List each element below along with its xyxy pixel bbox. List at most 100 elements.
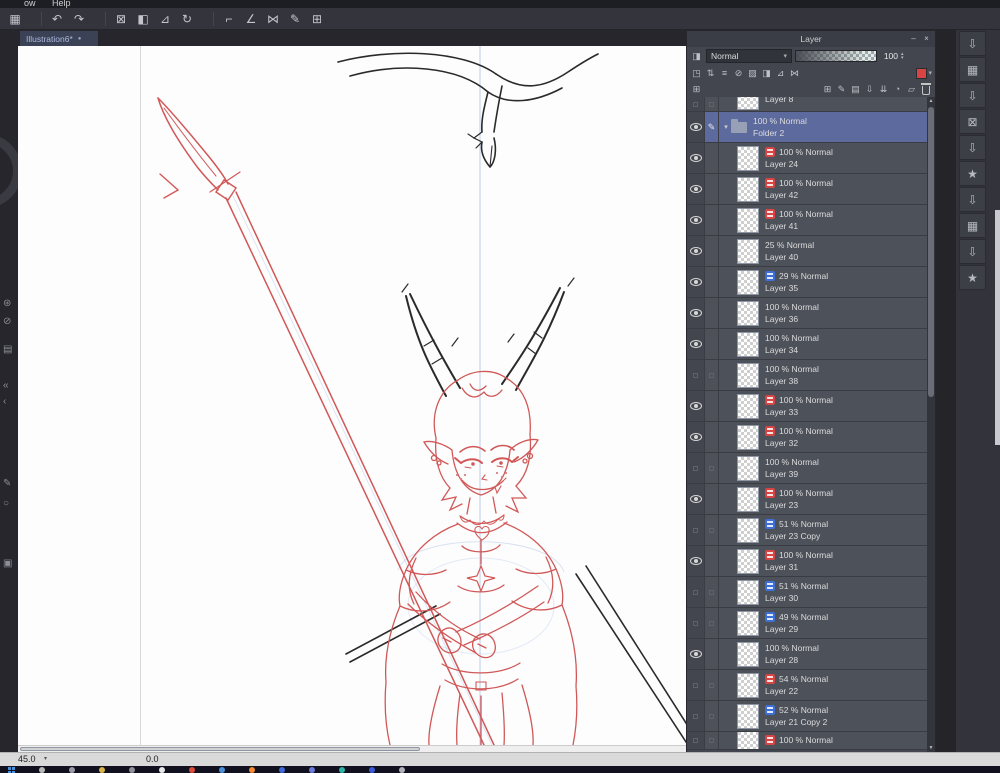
layer-thumbnail[interactable] (737, 238, 759, 264)
enable-mask-icon[interactable]: ◨ (760, 67, 773, 80)
layer-list-scrollbar[interactable]: ▲ ▼ (927, 97, 935, 753)
auto-select-icon[interactable]: ⊛ (3, 298, 11, 309)
divide-frame-icon[interactable]: ▱ (905, 83, 918, 96)
dock-button-3[interactable]: ⇩ (959, 83, 986, 108)
layer-thumbnail[interactable] (737, 97, 759, 110)
layer-thumbnail[interactable] (737, 732, 759, 749)
new-raster-layer-icon[interactable]: ⊞ (821, 83, 834, 96)
magnifier-icon[interactable]: ○ (3, 498, 9, 509)
layer-row[interactable]: 100 % Normal Layer 23 (687, 484, 935, 515)
layer-row[interactable]: 51 % Normal Layer 23 Copy (687, 515, 935, 546)
spinner-down-icon[interactable]: ▾ (901, 56, 904, 61)
layer-row[interactable]: 100 % Normal Layer 42 (687, 174, 935, 205)
panel-minimize-icon[interactable]: – (908, 33, 919, 44)
layer-row[interactable]: 100 % Normal Layer 32 (687, 422, 935, 453)
layer-panel-title-bar[interactable]: Layer – × (687, 31, 935, 47)
canvas-drawing[interactable] (140, 46, 686, 745)
layer-thumbnail[interactable] (737, 145, 759, 171)
new-vector-layer-icon[interactable]: ✎ (835, 83, 848, 96)
file-explorer-icon[interactable] (99, 767, 105, 773)
layer-thumbnail[interactable] (737, 548, 759, 574)
layer-thumbnail[interactable] (737, 362, 759, 388)
panel-close-icon[interactable]: × (921, 33, 932, 44)
layer-visibility-eye-icon[interactable] (687, 267, 705, 297)
layer-visibility-toggle[interactable] (687, 701, 705, 731)
layer-visibility-toggle[interactable] (687, 577, 705, 607)
menu-item-help[interactable]: Help (52, 0, 71, 8)
layer-visibility-eye-icon[interactable] (687, 329, 705, 359)
dock-button-6[interactable]: ★ (959, 161, 986, 186)
document-tab[interactable]: Illustration6* ● (20, 31, 98, 46)
undo-icon[interactable]: ↶ (47, 10, 67, 28)
transfer-down-icon[interactable]: ⇩ (863, 83, 876, 96)
layer-thumbnail[interactable] (737, 176, 759, 202)
dock-button-7[interactable]: ⇩ (959, 187, 986, 212)
app-icon-4[interactable] (279, 767, 285, 773)
lock-transparent-icon[interactable]: ▨ (746, 67, 759, 80)
delete-layer-icon[interactable] (919, 83, 932, 96)
layer-visibility-toggle[interactable] (687, 732, 705, 749)
layer-thumbnail[interactable] (737, 207, 759, 233)
layer-row[interactable]: 54 % Normal Layer 22 (687, 670, 935, 701)
layer-visibility-eye-icon[interactable] (687, 422, 705, 452)
layer-row[interactable]: 29 % Normal Layer 35 (687, 267, 935, 298)
task-view-icon[interactable] (69, 767, 75, 773)
layer-thumbnail[interactable] (737, 517, 759, 543)
app-icon-1[interactable] (129, 767, 135, 773)
folder-expand-arrow-icon[interactable]: ▾ (721, 123, 731, 131)
layer-row[interactable]: 49 % Normal Layer 29 (687, 608, 935, 639)
rotate-view-icon[interactable]: ↻ (177, 10, 197, 28)
deselect-icon[interactable]: ⊠ (111, 10, 131, 28)
clear-icon[interactable]: ⊘ (3, 316, 11, 327)
chrome-icon[interactable] (189, 767, 195, 773)
app-icon-7[interactable] (399, 767, 405, 773)
app-icon-6[interactable] (369, 767, 375, 773)
layer-thumbnail[interactable] (737, 641, 759, 667)
layer-visibility-eye-icon[interactable] (687, 112, 705, 142)
layer-thumbnail[interactable] (737, 393, 759, 419)
ruler-snap-icon[interactable]: ⊿ (774, 67, 787, 80)
create-mask-icon[interactable]: ◔ (891, 83, 904, 96)
layer-visibility-eye-icon[interactable] (687, 546, 705, 576)
layer-thumbnail[interactable] (737, 486, 759, 512)
layer-row[interactable]: 100 % Normal (687, 732, 935, 750)
layer-thumbnail[interactable] (737, 455, 759, 481)
start-button[interactable] (8, 767, 15, 773)
scrollbar-thumb[interactable] (928, 107, 934, 397)
collapse-chevron-icon[interactable]: ‹ (3, 396, 6, 407)
layer-thumbnail[interactable] (737, 331, 759, 357)
layer-thumbnail[interactable] (737, 579, 759, 605)
pen-ruler-icon[interactable]: ✎ (285, 10, 305, 28)
layer-row[interactable]: 100 % Normal Layer 33 (687, 391, 935, 422)
layer-visibility-eye-icon[interactable] (687, 205, 705, 235)
layer-visibility-toggle[interactable] (687, 97, 705, 111)
layer-row-folder[interactable]: ✎ ▾ 100 % Normal Folder 2 (687, 112, 935, 143)
dock-button-9[interactable]: ⇩ (959, 239, 986, 264)
layer-thumbnail[interactable] (737, 703, 759, 729)
ruler-icon[interactable]: ⌐ (219, 10, 239, 28)
chevron-down-icon[interactable]: ▾ (928, 69, 932, 77)
opacity-spinner[interactable]: ▴ ▾ (901, 52, 904, 61)
lock-layer-icon[interactable]: ⊘ (732, 67, 745, 80)
layer-row[interactable]: 100 % Normal Layer 28 (687, 639, 935, 670)
dock-button-4[interactable]: ⊠ (959, 109, 986, 134)
layer-visibility-eye-icon[interactable] (687, 391, 705, 421)
merge-down-icon[interactable]: ⇊ (877, 83, 890, 96)
layer-visibility-toggle[interactable] (687, 453, 705, 483)
fill-icon[interactable]: ◧ (133, 10, 153, 28)
layer-visibility-eye-icon[interactable] (687, 143, 705, 173)
layer-row[interactable]: 100 % Normal Layer 41 (687, 205, 935, 236)
layer-row[interactable]: 100 % Normal Layer 39 (687, 453, 935, 484)
reference-layer-icon[interactable]: ⇅ (704, 67, 717, 80)
transform-icon[interactable]: ⊿ (155, 10, 175, 28)
symmetry-ruler-icon[interactable]: ⋈ (263, 10, 283, 28)
layer-row[interactable]: 100 % Normal Layer 34 (687, 329, 935, 360)
layer-thumbnail[interactable] (737, 424, 759, 450)
search-icon[interactable] (39, 767, 45, 773)
scroll-up-icon[interactable]: ▲ (927, 97, 935, 106)
layer-row[interactable]: 100 % Normal Layer 31 (687, 546, 935, 577)
set-square-icon[interactable]: ∠ (241, 10, 261, 28)
layer-row[interactable]: 52 % Normal Layer 21 Copy 2 (687, 701, 935, 732)
layer-visibility-toggle[interactable] (687, 515, 705, 545)
layer-row[interactable]: 25 % Normal Layer 40 (687, 236, 935, 267)
